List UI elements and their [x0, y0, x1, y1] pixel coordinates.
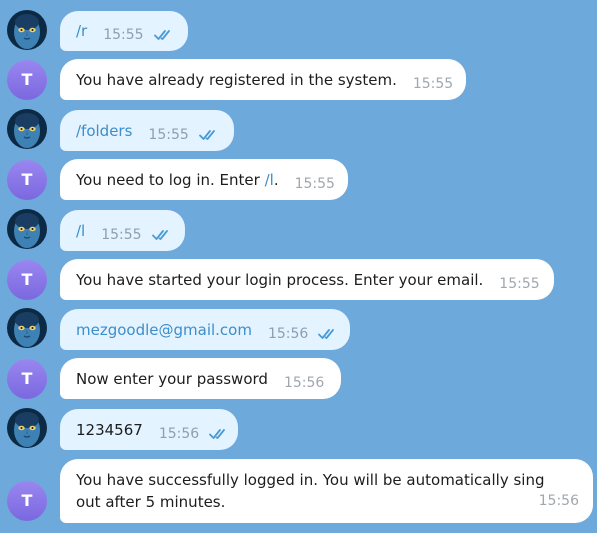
incoming-message-bubble[interactable]: You have started your login process. Ent…: [60, 259, 554, 300]
message-text: You have successfully logged in. You wil…: [76, 471, 545, 511]
message-time: 15:56: [283, 374, 325, 391]
bot-avatar[interactable]: T: [7, 359, 47, 399]
message-meta: 15:56: [159, 426, 229, 442]
message-text-part: .: [273, 170, 279, 189]
double-check-icon: [318, 328, 338, 340]
message-meta: 15:55: [413, 76, 453, 92]
user-avatar-icon: [7, 209, 47, 249]
message-text: You need to log in. Enter /l.: [76, 171, 279, 189]
message-meta: 15:55: [499, 276, 539, 292]
bot-avatar-letter: T: [21, 491, 33, 510]
bot-avatar[interactable]: T: [7, 160, 47, 200]
double-check-icon: [152, 229, 172, 241]
bot-avatar-letter: T: [21, 270, 33, 289]
bot-avatar[interactable]: T: [7, 260, 47, 300]
message-meta: 15:55: [101, 227, 171, 243]
message-meta: 15:56: [284, 375, 324, 391]
message-text: 1234567: [76, 420, 143, 439]
command-link[interactable]: /l: [265, 171, 274, 189]
message-meta: 15:55: [295, 176, 335, 192]
message-meta: 15:56: [539, 493, 579, 509]
bot-avatar-letter: T: [21, 170, 33, 189]
outgoing-message-bubble[interactable]: /r 15:55: [60, 11, 188, 51]
double-check-icon: [209, 428, 229, 440]
message-time: 15:56: [158, 425, 200, 442]
outgoing-message-bubble[interactable]: /l 15:55: [60, 210, 185, 251]
message-time: 15:55: [103, 27, 144, 43]
user-avatar[interactable]: [7, 408, 47, 448]
message-text[interactable]: /folders: [76, 122, 132, 140]
user-avatar[interactable]: [7, 209, 47, 249]
message-time: 15:55: [412, 75, 454, 92]
bot-avatar[interactable]: T: [7, 481, 47, 521]
message-meta: 15:55: [148, 127, 218, 143]
message-text: You have started your login process. Ent…: [76, 270, 484, 289]
message-text: Now enter your password: [76, 369, 268, 388]
message-meta: 15:56: [268, 326, 338, 342]
message-time: 15:55: [294, 175, 335, 192]
message-text[interactable]: mezgoodle@gmail.com: [76, 321, 252, 339]
incoming-message-bubble[interactable]: You have successfully logged in. You wil…: [60, 459, 593, 523]
message-text[interactable]: /r: [76, 22, 87, 40]
incoming-message-bubble[interactable]: You have already registered in the syste…: [60, 59, 466, 100]
outgoing-message-bubble[interactable]: /folders 15:55: [60, 110, 234, 151]
message-text: You have already registered in the syste…: [76, 70, 397, 89]
double-check-icon: [199, 129, 219, 141]
double-check-icon: [154, 29, 174, 41]
user-avatar-icon: [7, 10, 47, 50]
chat-history: /r 15:55 T You have already registered i…: [0, 0, 597, 533]
incoming-message-bubble[interactable]: You need to log in. Enter /l. 15:55: [60, 159, 348, 200]
user-avatar-icon: [7, 308, 47, 348]
user-avatar[interactable]: [7, 109, 47, 149]
outgoing-message-bubble[interactable]: 1234567 15:56: [60, 409, 238, 450]
message-text[interactable]: /l: [76, 222, 85, 240]
incoming-message-bubble[interactable]: Now enter your password 15:56: [60, 358, 341, 399]
bot-avatar-letter: T: [21, 369, 33, 388]
message-time: 15:55: [499, 275, 540, 292]
user-avatar-icon: [7, 109, 47, 149]
message-time: 15:56: [267, 325, 309, 342]
user-avatar-icon: [7, 408, 47, 448]
message-time: 15:55: [101, 226, 142, 243]
bot-avatar-letter: T: [21, 70, 33, 89]
message-time: 15:55: [148, 126, 189, 143]
user-avatar[interactable]: [7, 308, 47, 348]
user-avatar[interactable]: [7, 10, 47, 50]
message-time: 15:56: [538, 493, 579, 509]
message-meta: 15:55: [103, 27, 173, 43]
bot-avatar[interactable]: T: [7, 60, 47, 100]
message-text-part: You need to log in. Enter: [76, 170, 265, 189]
outgoing-message-bubble[interactable]: mezgoodle@gmail.com 15:56: [60, 309, 350, 350]
